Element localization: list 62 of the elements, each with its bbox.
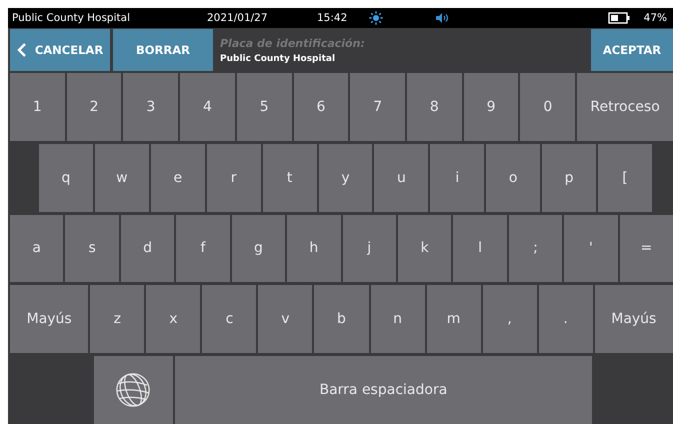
time-text: 15:42 (317, 12, 348, 24)
key[interactable]: p (542, 144, 596, 212)
key[interactable]: n (370, 285, 425, 354)
key[interactable]: 8 (407, 73, 462, 141)
key[interactable]: ; (508, 214, 562, 282)
key[interactable]: h (287, 214, 341, 282)
battery-icon (608, 12, 630, 24)
key[interactable]: 4 (180, 73, 235, 141)
key[interactable]: Retroceso (577, 73, 673, 141)
key[interactable]: 5 (236, 73, 292, 141)
key[interactable]: 0 (520, 73, 576, 141)
key[interactable]: i (430, 144, 484, 212)
key[interactable]: [ (598, 144, 652, 212)
chevron-left-icon (16, 43, 27, 57)
key[interactable]: = (620, 214, 673, 282)
key[interactable]: u (374, 144, 428, 212)
key[interactable]: d (120, 214, 174, 282)
key[interactable]: , (482, 285, 537, 354)
field-label: Placa de identificación: (220, 36, 366, 50)
key[interactable]: y (318, 144, 372, 212)
key[interactable]: a (10, 214, 64, 282)
key[interactable]: s (65, 214, 119, 282)
field-value: Public County Hospital (220, 54, 336, 64)
cancel-button[interactable]: CANCELAR (10, 29, 110, 71)
language-key[interactable] (94, 356, 173, 424)
globe-icon (114, 371, 152, 410)
key[interactable]: Mayús (10, 285, 88, 354)
key[interactable]: q (39, 144, 93, 212)
key[interactable]: w (94, 144, 149, 212)
key[interactable]: Mayús (594, 285, 673, 354)
key[interactable]: z (90, 285, 144, 354)
key[interactable]: 9 (464, 73, 518, 141)
key[interactable]: v (258, 285, 312, 354)
key[interactable]: x (146, 285, 200, 354)
key[interactable]: t (262, 144, 317, 212)
key[interactable]: o (486, 144, 540, 212)
key[interactable]: 3 (123, 73, 178, 141)
input-field[interactable]: Placa de identificación: Public County Hospital (216, 29, 588, 71)
key[interactable]: e (150, 144, 205, 212)
battery-percent: 47% (644, 12, 667, 24)
key[interactable]: 7 (350, 73, 406, 141)
key[interactable]: 1 (10, 73, 65, 141)
key[interactable]: 2 (66, 73, 122, 141)
key[interactable]: l (453, 214, 507, 282)
key[interactable]: r (206, 144, 261, 212)
speaker-icon (435, 12, 451, 24)
space-key[interactable]: Barra espaciadora (174, 356, 592, 424)
key[interactable]: ' (564, 214, 618, 282)
device-name: Public County Hospital (12, 12, 131, 24)
key[interactable]: b (314, 285, 368, 354)
key[interactable]: g (232, 214, 286, 282)
key[interactable]: . (538, 285, 593, 354)
clear-button[interactable]: BORRAR (113, 29, 213, 71)
key[interactable]: 6 (294, 73, 348, 141)
key[interactable]: f (176, 214, 230, 282)
key[interactable]: k (398, 214, 452, 282)
key[interactable]: j (342, 214, 396, 282)
key[interactable]: m (426, 285, 481, 354)
sun-icon (369, 11, 383, 25)
date-text: 2021/01/27 (207, 12, 269, 24)
key[interactable]: c (202, 285, 256, 354)
accept-button[interactable]: ACEPTAR (591, 29, 673, 71)
